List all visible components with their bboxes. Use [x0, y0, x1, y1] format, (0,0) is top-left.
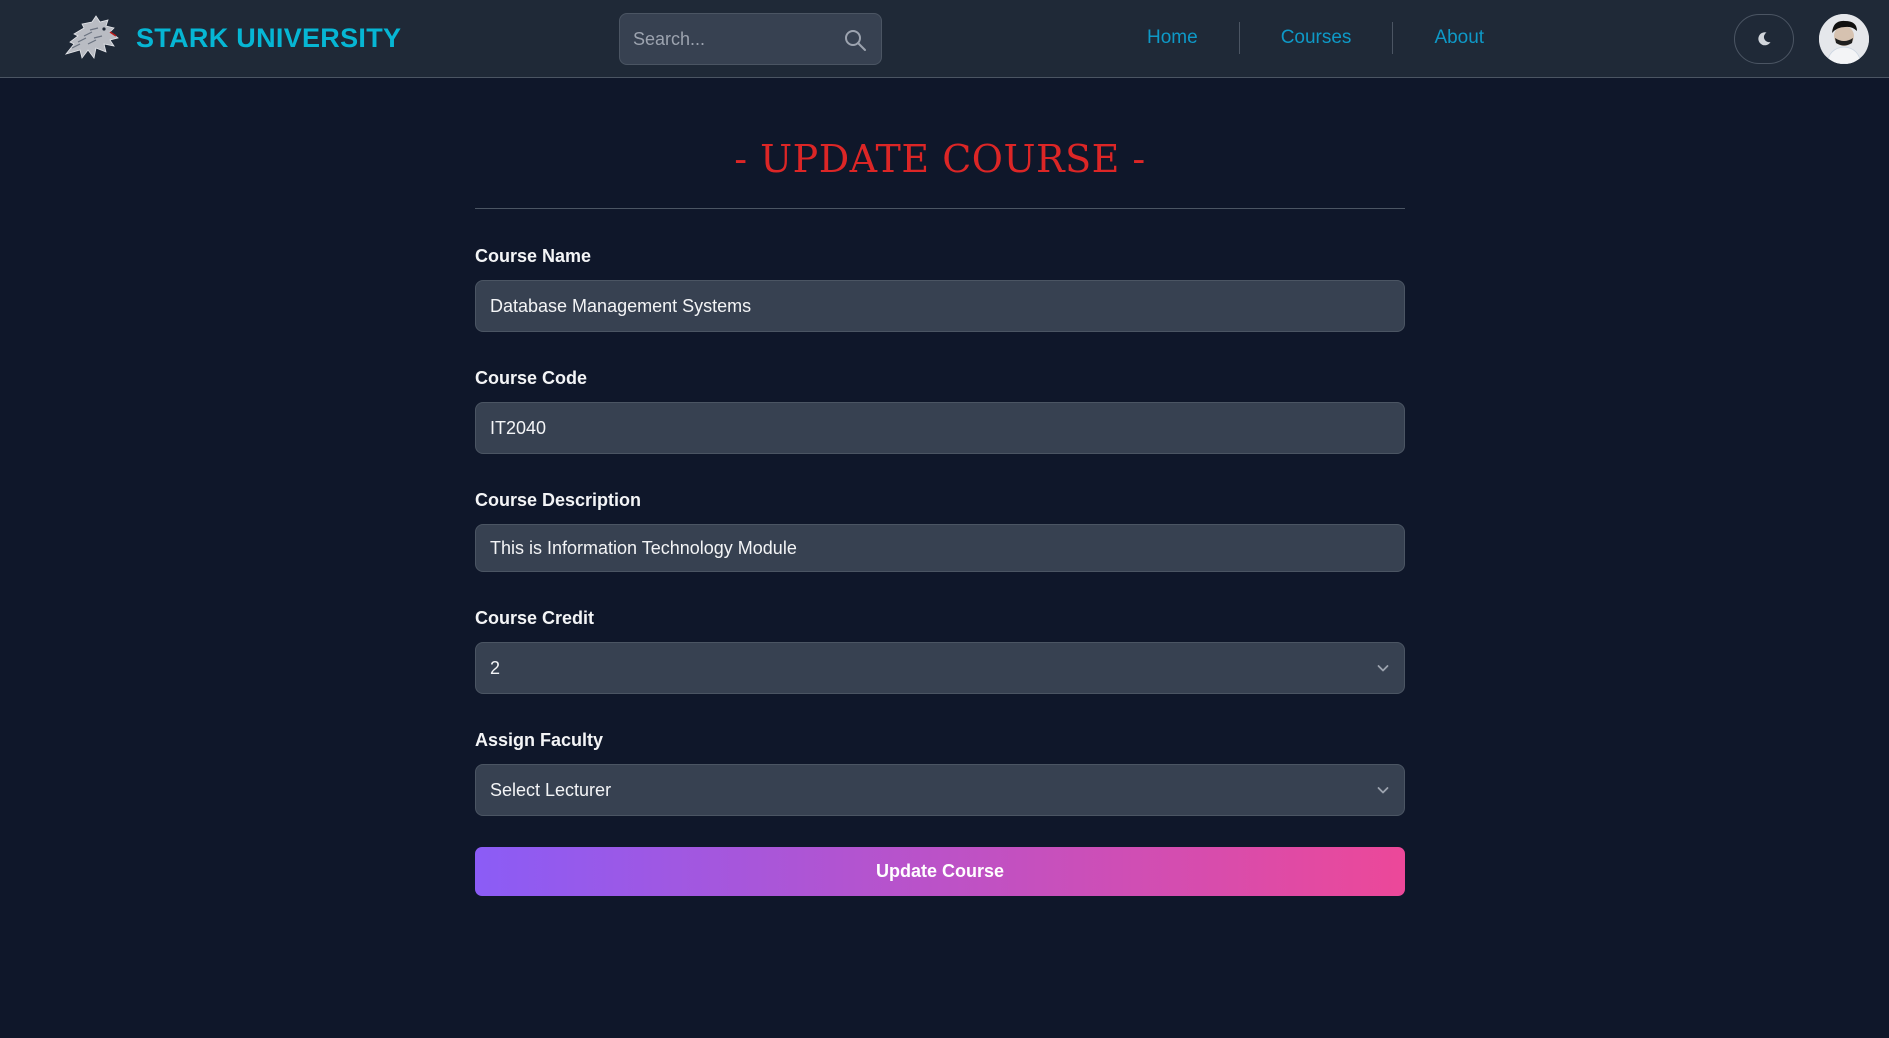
nav-links: Home Courses About [1130, 20, 1525, 56]
search-icon[interactable] [843, 28, 867, 52]
course-credit-label: Course Credit [475, 608, 595, 628]
search-input[interactable] [620, 14, 881, 64]
course-credit-field: 2 [475, 642, 1405, 694]
course-name-field [475, 280, 1405, 332]
course-code-label: Course Code [475, 368, 588, 388]
update-course-button[interactable]: Update Course [475, 847, 1405, 896]
navbar: STARK UNIVERSITY Home Courses About [0, 0, 1889, 78]
search-box [619, 13, 882, 65]
assign-faculty-field: Select Lecturer [475, 764, 1405, 816]
assign-faculty-select[interactable]: Select Lecturer [476, 765, 1404, 815]
course-code-field [475, 402, 1405, 454]
nav-link-about[interactable]: About [1393, 20, 1525, 56]
theme-toggle-button[interactable] [1734, 14, 1794, 64]
direwolf-logo-icon [64, 15, 119, 59]
course-name-input[interactable] [476, 281, 1404, 331]
course-credit-select[interactable]: 2 [476, 643, 1404, 693]
nav-link-courses[interactable]: Courses [1240, 20, 1393, 56]
title-divider [475, 208, 1405, 209]
course-description-input[interactable] [476, 525, 1404, 571]
nav-link-home[interactable]: Home [1130, 20, 1239, 56]
avatar[interactable] [1819, 14, 1869, 64]
course-code-input[interactable] [476, 403, 1404, 453]
course-name-label: Course Name [475, 246, 592, 266]
moon-icon [1758, 32, 1771, 46]
brand-link[interactable]: STARK UNIVERSITY [60, 14, 401, 62]
user-avatar-icon [1819, 14, 1869, 64]
course-description-field [475, 524, 1405, 572]
brand-name: STARK UNIVERSITY [136, 22, 402, 53]
page-title: - UPDATE COURSE - [734, 137, 1146, 181]
course-description-label: Course Description [475, 490, 642, 510]
assign-faculty-label: Assign Faculty [475, 730, 604, 750]
